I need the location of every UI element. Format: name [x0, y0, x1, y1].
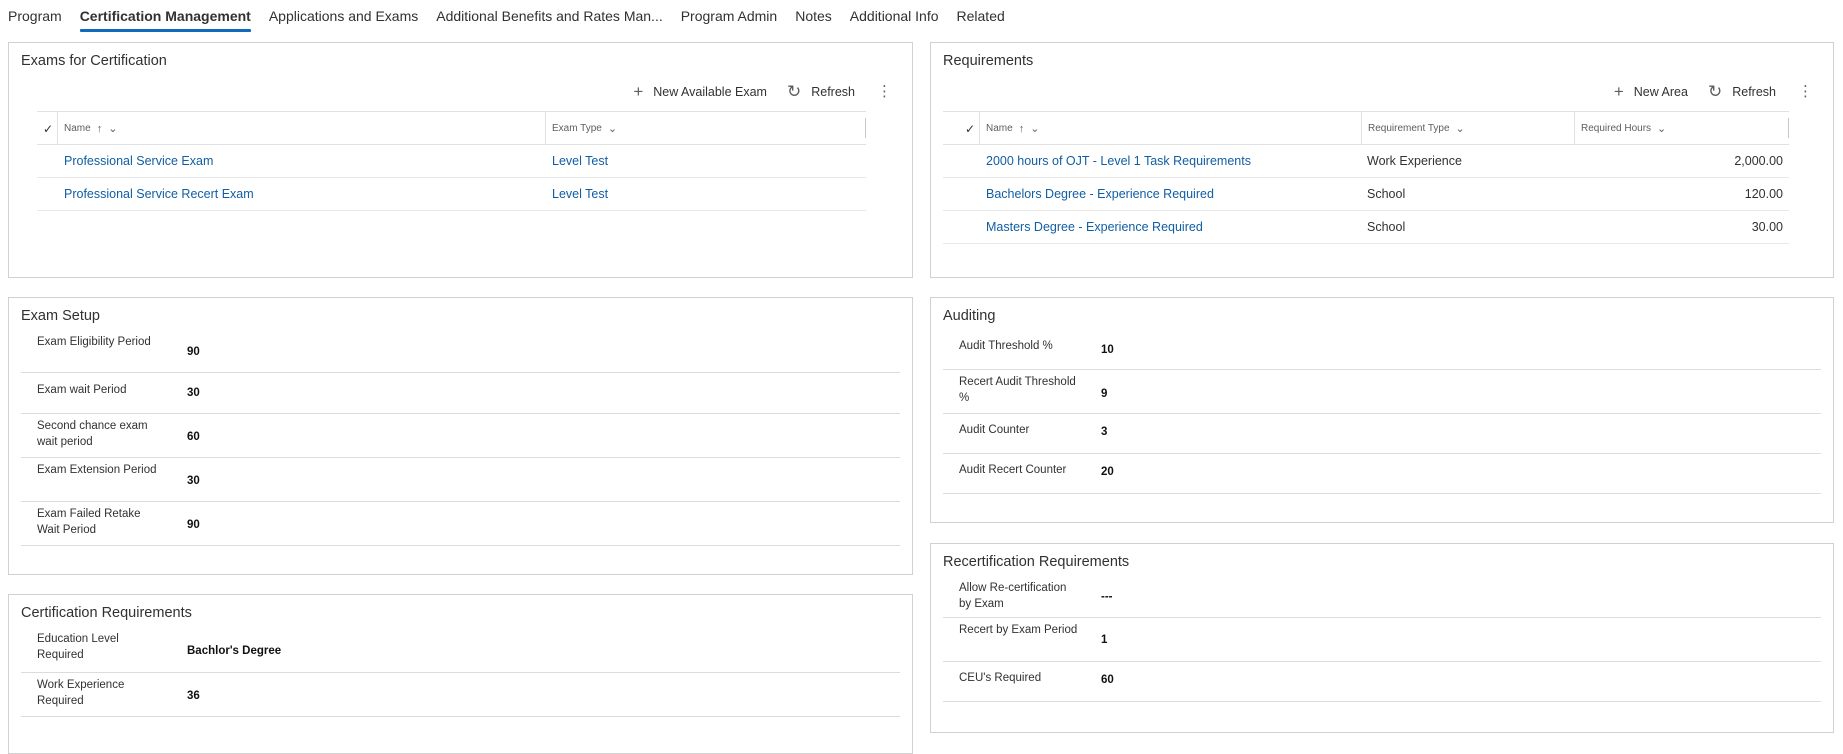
table-row[interactable]: Masters Degree - Experience Required Sch…	[943, 211, 1789, 244]
exams-toolbar: + New Available Exam ↻ Refresh ⋮	[613, 83, 892, 100]
field-recert-by-exam-period: Recert by Exam Period 1	[943, 618, 1821, 662]
column-header-requirement-type[interactable]: Requirement Type ⌄	[1361, 112, 1465, 145]
recertification-requirements-card: Recertification Requirements Allow Re-ce…	[930, 543, 1834, 733]
table-row[interactable]: Bachelors Degree - Experience Required S…	[943, 178, 1789, 211]
requirements-refresh-label: Refresh	[1732, 84, 1776, 99]
chevron-down-icon: ⌄	[607, 123, 618, 135]
chevron-down-icon: ⌄	[1030, 123, 1040, 135]
exam-type-link[interactable]: Level Test	[552, 154, 608, 168]
more-options-icon[interactable]: ⋮	[877, 84, 892, 99]
required-hours: 120.00	[1744, 187, 1783, 201]
tab-notes[interactable]: Notes	[795, 2, 832, 30]
field-audit-recert-counter: Audit Recert Counter 20	[943, 454, 1821, 494]
field-work-experience-required: Work Experience Required 36	[21, 673, 900, 717]
exams-grid-header: ✓ Name ↑ ⌄ Exam Type ⌄	[37, 111, 866, 145]
field-ceus-required: CEU's Required 60	[943, 662, 1821, 702]
new-available-exam-label: New Available Exam	[653, 84, 767, 99]
field-exam-eligibility-period: Exam Eligibility Period 90	[21, 332, 900, 373]
requirements-refresh-button[interactable]: ↻ Refresh	[1708, 83, 1776, 100]
requirements-toolbar: + New Area ↻ Refresh ⋮	[1594, 83, 1813, 100]
exams-card: Exams for Certification + New Available …	[8, 42, 913, 278]
exam-setup-title: Exam Setup	[21, 308, 100, 324]
requirement-name-link[interactable]: Bachelors Degree - Experience Required	[986, 187, 1214, 201]
refresh-icon: ↻	[786, 82, 802, 101]
select-all-checkmark-icon[interactable]: ✓	[43, 122, 53, 136]
table-row[interactable]: Professional Service Exam Level Test	[37, 145, 866, 178]
requirements-card: Requirements + New Area ↻ Refresh ⋮ ✓ Na…	[930, 42, 1834, 278]
sort-ascending-icon: ↑	[96, 122, 103, 135]
requirement-type: School	[1367, 187, 1406, 201]
field-education-level-required: Education Level Required Bachlor's Degre…	[21, 629, 900, 673]
tab-additional-benefits[interactable]: Additional Benefits and Rates Man...	[436, 2, 662, 30]
auditing-card: Auditing Audit Threshold % 10 Recert Aud…	[930, 297, 1834, 523]
certification-requirements-title: Certification Requirements	[21, 605, 192, 621]
requirement-type: Work Experience	[1367, 154, 1462, 168]
tab-program-admin[interactable]: Program Admin	[681, 2, 777, 30]
requirement-type: School	[1367, 220, 1406, 234]
column-end-divider	[1788, 118, 1789, 138]
field-exam-failed-retake-wait-period: Exam Failed Retake Wait Period 90	[21, 502, 900, 546]
table-row[interactable]: 2000 hours of OJT - Level 1 Task Require…	[943, 145, 1789, 178]
tab-applications-and-exams[interactable]: Applications and Exams	[269, 2, 418, 30]
exam-type-link[interactable]: Level Test	[552, 187, 608, 201]
tab-related[interactable]: Related	[957, 2, 1005, 30]
field-audit-threshold: Audit Threshold % 10	[943, 332, 1821, 370]
requirements-grid: ✓ Name ↑ ⌄ Requirement Type ⌄ Required H…	[943, 111, 1789, 244]
required-hours: 30.00	[1751, 220, 1783, 234]
chevron-down-icon: ⌄	[1455, 123, 1465, 135]
certification-requirements-fields: Education Level Required Bachlor's Degre…	[21, 629, 900, 717]
exams-refresh-button[interactable]: ↻ Refresh	[787, 83, 855, 100]
new-area-button[interactable]: + New Area	[1614, 83, 1688, 100]
column-header-name[interactable]: Name ↑ ⌄	[57, 112, 117, 145]
refresh-icon: ↻	[1707, 82, 1723, 101]
more-options-icon[interactable]: ⋮	[1798, 84, 1813, 99]
new-available-exam-button[interactable]: + New Available Exam	[633, 83, 767, 100]
exams-title: Exams for Certification	[21, 53, 167, 69]
requirement-name-link[interactable]: 2000 hours of OJT - Level 1 Task Require…	[986, 154, 1251, 168]
field-audit-counter: Audit Counter 3	[943, 414, 1821, 454]
recertification-requirements-title: Recertification Requirements	[943, 554, 1130, 570]
recertification-requirements-fields: Allow Re-certification by Exam --- Recer…	[943, 578, 1821, 702]
field-allow-recertification-by-exam: Allow Re-certification by Exam ---	[943, 578, 1821, 618]
required-hours: 2,000.00	[1734, 154, 1783, 168]
table-row[interactable]: Professional Service Recert Exam Level T…	[37, 178, 866, 211]
sort-ascending-icon: ↑	[1018, 122, 1025, 135]
field-recert-audit-threshold: Recert Audit Threshold % 9	[943, 370, 1821, 414]
certification-requirements-card: Certification Requirements Education Lev…	[8, 594, 913, 754]
plus-icon: +	[633, 82, 644, 101]
auditing-title: Auditing	[943, 308, 996, 324]
field-exam-wait-period: Exam wait Period 30	[21, 373, 900, 414]
exam-name-link[interactable]: Professional Service Recert Exam	[64, 187, 254, 201]
column-end-divider	[865, 118, 866, 138]
chevron-down-icon: ⌄	[1657, 123, 1667, 135]
column-header-exam-type[interactable]: Exam Type ⌄	[545, 112, 617, 145]
column-header-name[interactable]: Name ↑ ⌄	[979, 112, 1039, 145]
exam-setup-card: Exam Setup Exam Eligibility Period 90 Ex…	[8, 297, 913, 575]
field-exam-extension-period: Exam Extension Period 30	[21, 458, 900, 502]
new-area-label: New Area	[1633, 84, 1688, 99]
exams-refresh-label: Refresh	[811, 84, 855, 99]
tab-program[interactable]: Program	[8, 2, 62, 30]
column-header-required-hours[interactable]: Required Hours ⌄	[1574, 112, 1666, 145]
tab-additional-info[interactable]: Additional Info	[850, 2, 939, 30]
requirement-name-link[interactable]: Masters Degree - Experience Required	[986, 220, 1203, 234]
exams-grid: ✓ Name ↑ ⌄ Exam Type ⌄ Professional Serv…	[37, 111, 866, 211]
requirements-title: Requirements	[943, 53, 1034, 69]
exam-setup-fields: Exam Eligibility Period 90 Exam wait Per…	[21, 332, 900, 546]
select-all-checkmark-icon[interactable]: ✓	[965, 122, 975, 136]
chevron-down-icon: ⌄	[108, 123, 118, 135]
plus-icon: +	[1613, 82, 1624, 101]
exam-name-link[interactable]: Professional Service Exam	[64, 154, 213, 168]
auditing-fields: Audit Threshold % 10 Recert Audit Thresh…	[943, 332, 1821, 494]
tab-certification-management[interactable]: Certification Management	[79, 2, 251, 32]
tab-bar: Program Certification Management Applica…	[0, 0, 1023, 32]
field-second-chance-exam-wait-period: Second chance exam wait period 60	[21, 414, 900, 458]
requirements-grid-header: ✓ Name ↑ ⌄ Requirement Type ⌄ Required H…	[943, 111, 1789, 145]
